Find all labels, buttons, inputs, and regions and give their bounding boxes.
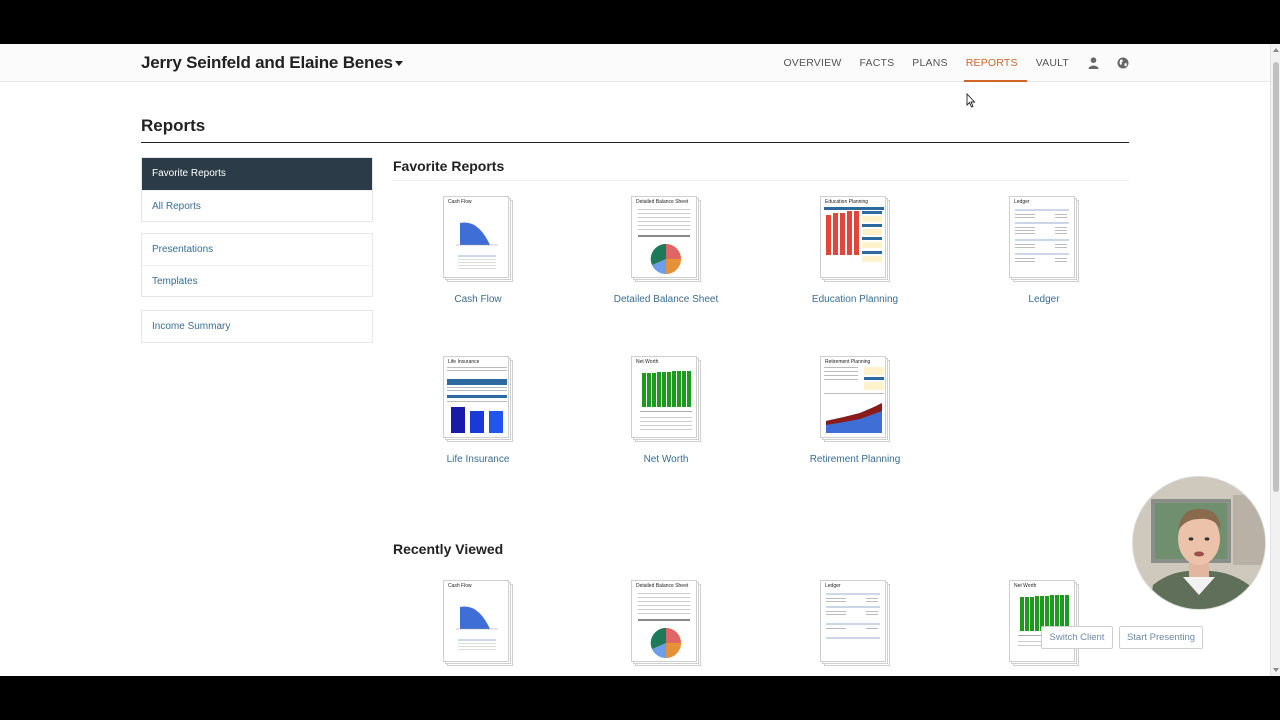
- mouse-cursor-icon: [966, 93, 976, 108]
- report-thumbnail: Retirement Planning: [820, 356, 890, 442]
- sidebar-item-presentations[interactable]: Presentations: [142, 234, 372, 265]
- report-tile-detailed-balance-sheet[interactable]: Detailed Balance Sheet Detailed Balance …: [606, 196, 726, 306]
- scroll-thumb[interactable]: [1273, 62, 1279, 492]
- report-thumbnail: Net Worth: [631, 356, 701, 442]
- nav-plans[interactable]: PLANS: [912, 44, 947, 82]
- report-tile-cash-flow[interactable]: Cash Flow Cash Flow: [418, 196, 538, 306]
- sidebar-item-all-reports[interactable]: All Reports: [142, 190, 372, 221]
- report-thumbnail: Life Insurance: [443, 356, 513, 442]
- sidebar-item-templates[interactable]: Templates: [142, 265, 372, 296]
- user-icon[interactable]: [1087, 44, 1099, 82]
- report-label[interactable]: Education Planning: [795, 293, 915, 306]
- switch-client-button[interactable]: Switch Client: [1041, 626, 1113, 649]
- recent-tile-cash-flow[interactable]: Cash Flow: [418, 580, 538, 666]
- presenter-webcam: [1132, 476, 1266, 610]
- report-thumbnail: Ledger: [1009, 196, 1079, 282]
- report-label[interactable]: Retirement Planning: [795, 453, 915, 466]
- report-thumbnail: Education Planning: [820, 196, 890, 282]
- video-letterbox-bottom: [0, 676, 1280, 720]
- report-label[interactable]: Net Worth: [606, 453, 726, 466]
- nav-facts[interactable]: FACTS: [859, 44, 894, 82]
- sidebar-item-income-summary[interactable]: Income Summary: [142, 311, 372, 342]
- nav-reports[interactable]: REPORTS: [963, 44, 1027, 82]
- favorite-reports-divider: [393, 180, 1129, 181]
- report-tile-net-worth[interactable]: Net Worth Net Worth: [606, 356, 726, 466]
- nav-overview[interactable]: OVERVIEW: [783, 44, 841, 82]
- report-tile-education-planning[interactable]: Education Planning Education Planning: [795, 196, 915, 306]
- page-title: Reports: [141, 116, 206, 135]
- video-letterbox-top: [0, 0, 1280, 44]
- favorite-reports-heading: Favorite Reports: [393, 158, 505, 174]
- recent-tile-detailed-balance-sheet[interactable]: Detailed Balance Sheet: [606, 580, 726, 666]
- report-tile-retirement-planning[interactable]: Retirement Planning Retirement Planning: [795, 356, 915, 466]
- scroll-up-arrow-icon[interactable]: [1273, 48, 1279, 52]
- nav-vault[interactable]: VAULT: [1036, 44, 1069, 82]
- title-divider: [141, 142, 1129, 143]
- report-label[interactable]: Ledger: [984, 293, 1104, 306]
- report-thumbnail: Ledger: [820, 580, 890, 666]
- report-thumbnail: Cash Flow: [443, 196, 513, 282]
- sidebar-group-reports: Favorite Reports All Reports: [141, 157, 373, 222]
- report-label[interactable]: Cash Flow: [418, 293, 538, 306]
- report-thumbnail: Detailed Balance Sheet: [631, 196, 701, 282]
- globe-icon[interactable]: [1117, 44, 1129, 82]
- report-label[interactable]: Life Insurance: [418, 453, 538, 466]
- app-viewport: Jerry Seinfeld and Elaine Benes OVERVIEW…: [0, 44, 1280, 676]
- main-nav: OVERVIEW FACTS PLANS REPORTS VAULT: [765, 44, 1129, 82]
- report-thumbnail: Detailed Balance Sheet: [631, 580, 701, 666]
- recently-viewed-heading: Recently Viewed: [393, 541, 504, 557]
- caret-down-icon: [394, 61, 403, 67]
- sidebar-group-presentations: Presentations Templates: [141, 233, 373, 297]
- report-tile-life-insurance[interactable]: Life Insurance Life Insurance: [418, 356, 538, 466]
- top-navbar: Jerry Seinfeld and Elaine Benes OVERVIEW…: [0, 44, 1270, 82]
- report-thumbnail: Net Worth: [1009, 580, 1079, 666]
- recent-tile-net-worth[interactable]: Net Worth: [984, 580, 1104, 666]
- client-name-label: Jerry Seinfeld and Elaine Benes: [141, 53, 393, 72]
- sidebar-group-summary: Income Summary: [141, 310, 373, 343]
- sidebar-item-favorite-reports[interactable]: Favorite Reports: [142, 158, 372, 190]
- report-tile-ledger[interactable]: Ledger Ledger: [984, 196, 1104, 306]
- client-selector[interactable]: Jerry Seinfeld and Elaine Benes: [141, 53, 403, 73]
- page-scrollbar[interactable]: [1270, 44, 1280, 676]
- scroll-down-arrow-icon[interactable]: [1273, 668, 1279, 672]
- report-label[interactable]: Detailed Balance Sheet: [606, 293, 726, 306]
- recent-tile-ledger[interactable]: Ledger: [795, 580, 915, 666]
- start-presenting-button[interactable]: Start Presenting: [1119, 626, 1203, 649]
- report-thumbnail: Cash Flow: [443, 580, 513, 666]
